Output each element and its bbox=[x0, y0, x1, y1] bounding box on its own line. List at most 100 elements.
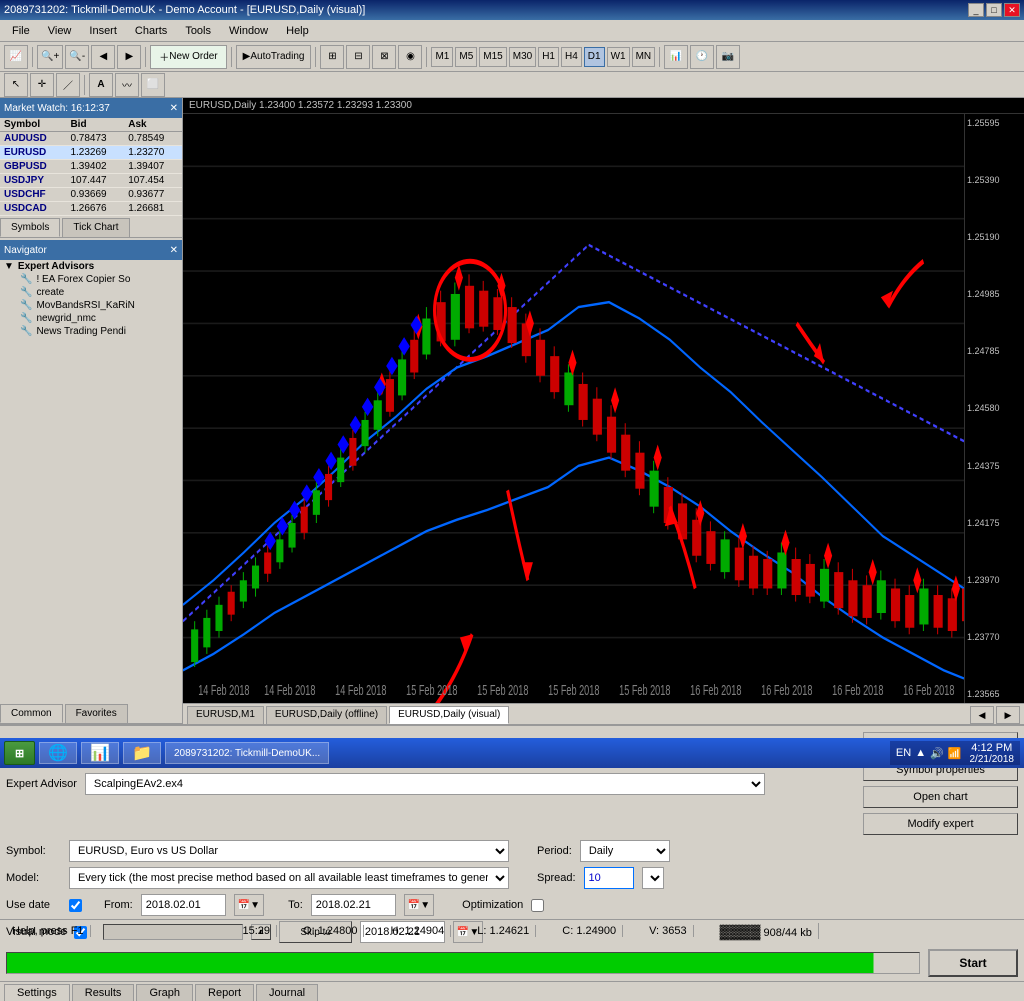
close-button[interactable]: ✕ bbox=[1004, 3, 1020, 17]
mw-row-4[interactable]: USDCHF 0.93669 0.93677 bbox=[0, 188, 182, 202]
minimize-button[interactable]: _ bbox=[968, 3, 984, 17]
tab-journal[interactable]: Journal bbox=[256, 984, 318, 1001]
taskbar-app-folder[interactable]: 📁 bbox=[123, 742, 161, 764]
maximize-button[interactable]: □ bbox=[986, 3, 1002, 17]
start-button[interactable]: Start bbox=[928, 949, 1018, 977]
tb-btn3[interactable]: ⊠ bbox=[372, 45, 396, 69]
period-select[interactable]: Daily bbox=[580, 840, 670, 862]
nav-ea-4[interactable]: 🔧 newgrid_nmc bbox=[0, 312, 182, 325]
to-date-input[interactable] bbox=[311, 894, 396, 916]
tb-screenshot[interactable]: 📷 bbox=[716, 45, 740, 69]
chart-tab-daily-visual[interactable]: EURUSD,Daily (visual) bbox=[389, 706, 509, 724]
tb-sep1 bbox=[32, 47, 33, 67]
taskbar-app-mt4[interactable]: 📊 bbox=[81, 742, 119, 764]
model-select[interactable]: Every tick (the most precise method base… bbox=[69, 867, 509, 889]
scroll-back[interactable]: ◀ bbox=[91, 45, 115, 69]
chart-main[interactable]: 14 Feb 2018 14 Feb 2018 14 Feb 2018 15 F… bbox=[183, 114, 964, 703]
market-watch-close[interactable]: ✕ bbox=[170, 103, 178, 114]
menu-help[interactable]: Help bbox=[278, 21, 317, 41]
tf-w1[interactable]: W1 bbox=[607, 47, 630, 67]
mw-row-2[interactable]: GBPUSD 1.39402 1.39407 bbox=[0, 160, 182, 174]
svg-text:16 Feb 2018: 16 Feb 2018 bbox=[903, 682, 954, 699]
menu-insert[interactable]: Insert bbox=[81, 21, 125, 41]
tab-results[interactable]: Results bbox=[72, 984, 135, 1001]
tab-report[interactable]: Report bbox=[195, 984, 254, 1001]
tab-common[interactable]: Common bbox=[0, 704, 63, 723]
tf-h4[interactable]: H4 bbox=[561, 47, 582, 67]
tab-settings[interactable]: Settings bbox=[4, 984, 70, 1001]
start-windows-button[interactable]: ⊞ bbox=[4, 741, 35, 765]
menu-tools[interactable]: Tools bbox=[177, 21, 219, 41]
chart-tab-m1[interactable]: EURUSD,M1 bbox=[187, 706, 264, 724]
tf-mn[interactable]: MN bbox=[632, 47, 656, 67]
spread-select[interactable]: ▼ bbox=[642, 867, 664, 889]
tab-tick-chart[interactable]: Tick Chart bbox=[62, 218, 129, 237]
menu-charts[interactable]: Charts bbox=[127, 21, 175, 41]
menu-file[interactable]: File bbox=[4, 21, 38, 41]
mw-row-5[interactable]: USDCAD 1.26676 1.26681 bbox=[0, 202, 182, 216]
from-date-picker[interactable]: 📅▼ bbox=[234, 894, 264, 916]
crosshair-tool[interactable]: ✛ bbox=[30, 73, 54, 97]
mw-ask-4: 0.93677 bbox=[124, 188, 182, 202]
tb-btn2[interactable]: ⊟ bbox=[346, 45, 370, 69]
navigator-close[interactable]: ✕ bbox=[170, 245, 178, 256]
cursor-tool[interactable]: ↖ bbox=[4, 73, 28, 97]
mw-row-0[interactable]: AUDUSD 0.78473 0.78549 bbox=[0, 132, 182, 146]
tf-h1[interactable]: H1 bbox=[538, 47, 559, 67]
nav-ea-3[interactable]: 🔧 MovBandsRSI_KaRiN bbox=[0, 299, 182, 312]
new-order-button[interactable]: ＋ New Order bbox=[150, 45, 226, 69]
mw-row-1[interactable]: EURUSD 1.23269 1.23270 bbox=[0, 146, 182, 160]
tb-sep5 bbox=[426, 47, 427, 67]
tab-favorites[interactable]: Favorites bbox=[65, 704, 128, 723]
nav-ea-5[interactable]: 🔧 News Trading Pendi bbox=[0, 325, 182, 338]
text-tool[interactable]: A bbox=[89, 73, 113, 97]
nav-expert-advisors[interactable]: ▼ Expert Advisors bbox=[0, 260, 182, 273]
progress-bar-container bbox=[103, 924, 243, 940]
menu-window[interactable]: Window bbox=[221, 21, 276, 41]
scroll-fwd[interactable]: ▶ bbox=[117, 45, 141, 69]
open-chart-button[interactable]: Open chart bbox=[863, 786, 1018, 808]
tray-speaker: 🔊 bbox=[930, 747, 944, 760]
symbol-select[interactable]: EURUSD, Euro vs US Dollar bbox=[69, 840, 509, 862]
tf-m1[interactable]: M1 bbox=[431, 47, 453, 67]
mw-col-symbol: Symbol bbox=[0, 118, 66, 132]
mw-symbol-1: EURUSD bbox=[0, 146, 66, 160]
taskbar-app-chrome[interactable]: 🌐 bbox=[39, 742, 77, 764]
use-date-checkbox[interactable] bbox=[69, 899, 82, 912]
new-chart-button[interactable]: 📈 bbox=[4, 45, 28, 69]
chart-scroll-right[interactable]: ▶ bbox=[996, 706, 1020, 724]
tb-sep3 bbox=[231, 47, 232, 67]
ea-icon-5: 🔧 bbox=[20, 326, 32, 337]
tf-d1[interactable]: D1 bbox=[584, 47, 605, 67]
chart-tab-daily-offline[interactable]: EURUSD,Daily (offline) bbox=[266, 706, 387, 724]
mw-row-3[interactable]: USDJPY 107.447 107.454 bbox=[0, 174, 182, 188]
tf-m30[interactable]: M30 bbox=[509, 47, 536, 67]
zoom-out-button[interactable]: 🔍- bbox=[65, 45, 89, 69]
tf-m15[interactable]: M15 bbox=[479, 47, 506, 67]
tab-symbols[interactable]: Symbols bbox=[0, 218, 60, 237]
optimization-checkbox[interactable] bbox=[531, 899, 544, 912]
nav-ea-2[interactable]: 🔧 create bbox=[0, 286, 182, 299]
menu-view[interactable]: View bbox=[40, 21, 80, 41]
zoom-in-button[interactable]: 🔍+ bbox=[37, 45, 63, 69]
draw-tool2[interactable]: 〰 bbox=[115, 73, 139, 97]
modify-expert-button[interactable]: Modify expert bbox=[863, 813, 1018, 835]
from-date-input[interactable] bbox=[141, 894, 226, 916]
tab-graph[interactable]: Graph bbox=[136, 984, 193, 1001]
line-tool[interactable]: ／ bbox=[56, 73, 80, 97]
tb-btn4[interactable]: ◉ bbox=[398, 45, 422, 69]
to-date-picker[interactable]: 📅▼ bbox=[404, 894, 434, 916]
ea-select[interactable]: ScalpingEAv2.ex4 bbox=[85, 773, 765, 795]
tb-clock[interactable]: 🕐 bbox=[690, 45, 714, 69]
nav-ea-1[interactable]: 🔧 ! EA Forex Copier So bbox=[0, 273, 182, 286]
spread-input[interactable] bbox=[584, 867, 634, 889]
tb-btn1[interactable]: ⊞ bbox=[320, 45, 344, 69]
window-controls[interactable]: _ □ ✕ bbox=[968, 3, 1020, 17]
tf-m5[interactable]: M5 bbox=[455, 47, 477, 67]
nav-ea-1-label: ! EA Forex Copier So bbox=[36, 274, 130, 285]
chart-scroll-left[interactable]: ◀ bbox=[970, 706, 994, 724]
draw-tool3[interactable]: ⬜ bbox=[141, 73, 165, 97]
tb-indicator[interactable]: 📊 bbox=[664, 45, 688, 69]
autotrading-button[interactable]: ▶ AutoTrading bbox=[236, 45, 312, 69]
taskbar-app-window[interactable]: 2089731202: Tickmill-DemoUK... bbox=[165, 742, 329, 764]
